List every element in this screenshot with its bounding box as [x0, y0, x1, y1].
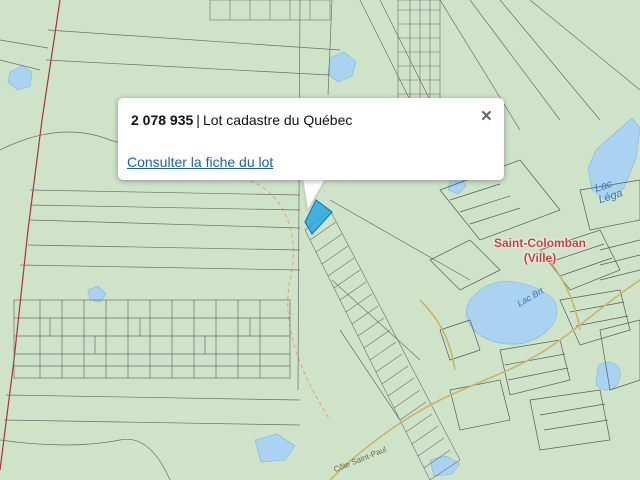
town-label-type: (Ville) — [523, 251, 557, 265]
lot-number: 2 078 935 — [131, 112, 194, 128]
town-label-name: Saint-Colomban — [494, 236, 586, 250]
view-lot-details-link[interactable]: Consulter la fiche du lot — [127, 154, 273, 170]
town-label: Saint-Colomban (Ville) — [490, 236, 590, 266]
lot-info-popup: 2 078 935 | Lot cadastre du Québec Consult… — [118, 98, 504, 180]
close-icon[interactable]: × — [481, 107, 492, 126]
popup-title: Lot cadastre du Québec — [202, 112, 353, 128]
popup-separator: | — [196, 112, 200, 128]
popup-heading: 2 078 935 | Lot cadastre du Québec — [131, 112, 352, 128]
